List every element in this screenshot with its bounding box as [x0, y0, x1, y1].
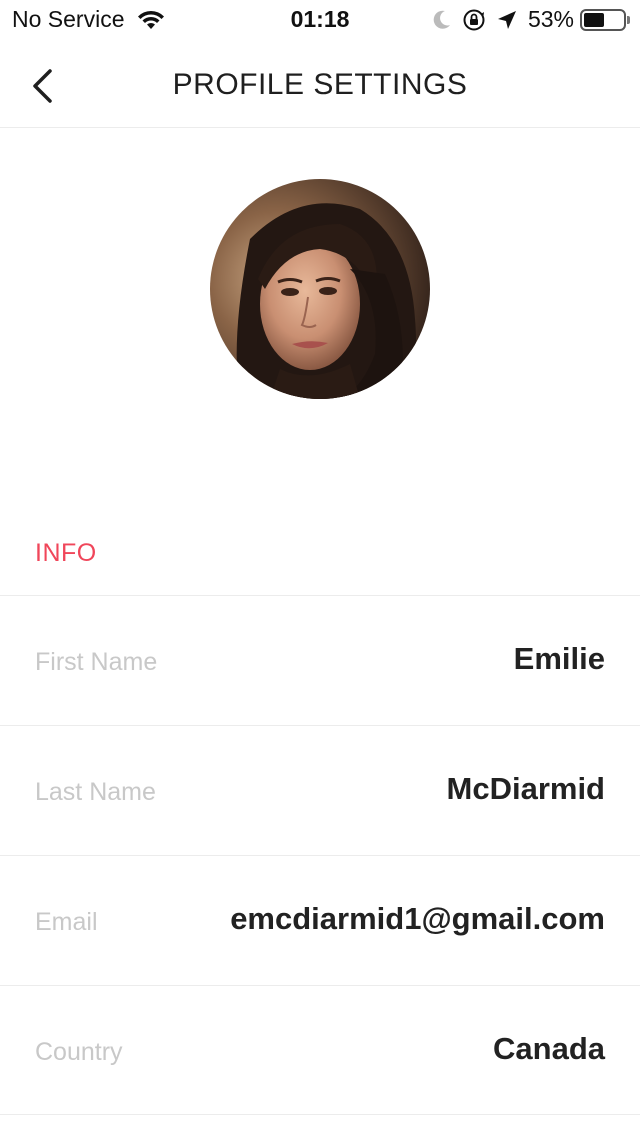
row-label: First Name — [35, 648, 158, 676]
status-bar: No Service 01:18 53% — [0, 0, 640, 40]
row-value: Canada — [493, 1031, 605, 1066]
moon-icon — [433, 10, 450, 29]
row-value: emcdiarmid1@gmail.com — [230, 901, 605, 936]
avatar[interactable] — [210, 179, 430, 399]
battery-fill — [584, 12, 605, 27]
status-right: 53% — [432, 6, 630, 33]
info-row-last-name[interactable]: Last Name McDiarmid — [0, 725, 640, 855]
row-value: McDiarmid — [446, 771, 605, 806]
section-label-info: INFO — [35, 539, 97, 567]
location-arrow-icon — [497, 10, 516, 29]
page-title: PROFILE SETTINGS — [172, 68, 468, 101]
info-list: First Name Emilie Last Name McDiarmid Em… — [0, 595, 640, 1115]
nav-bar: PROFILE SETTINGS — [0, 40, 640, 128]
row-label: Email — [35, 908, 98, 936]
row-label: Country — [35, 1038, 123, 1066]
info-row-country[interactable]: Country Canada — [0, 985, 640, 1115]
battery-cap — [627, 15, 630, 24]
battery-body — [580, 8, 626, 31]
row-label: Last Name — [35, 778, 156, 806]
battery-icon — [580, 8, 630, 31]
info-row-first-name[interactable]: First Name Emilie — [0, 595, 640, 725]
rotation-lock-icon — [463, 9, 485, 30]
battery-percent: 53% — [527, 6, 574, 32]
row-value: Emilie — [513, 641, 605, 676]
info-row-email[interactable]: Email emcdiarmid1@gmail.com — [0, 855, 640, 985]
profile-photo — [210, 179, 430, 399]
